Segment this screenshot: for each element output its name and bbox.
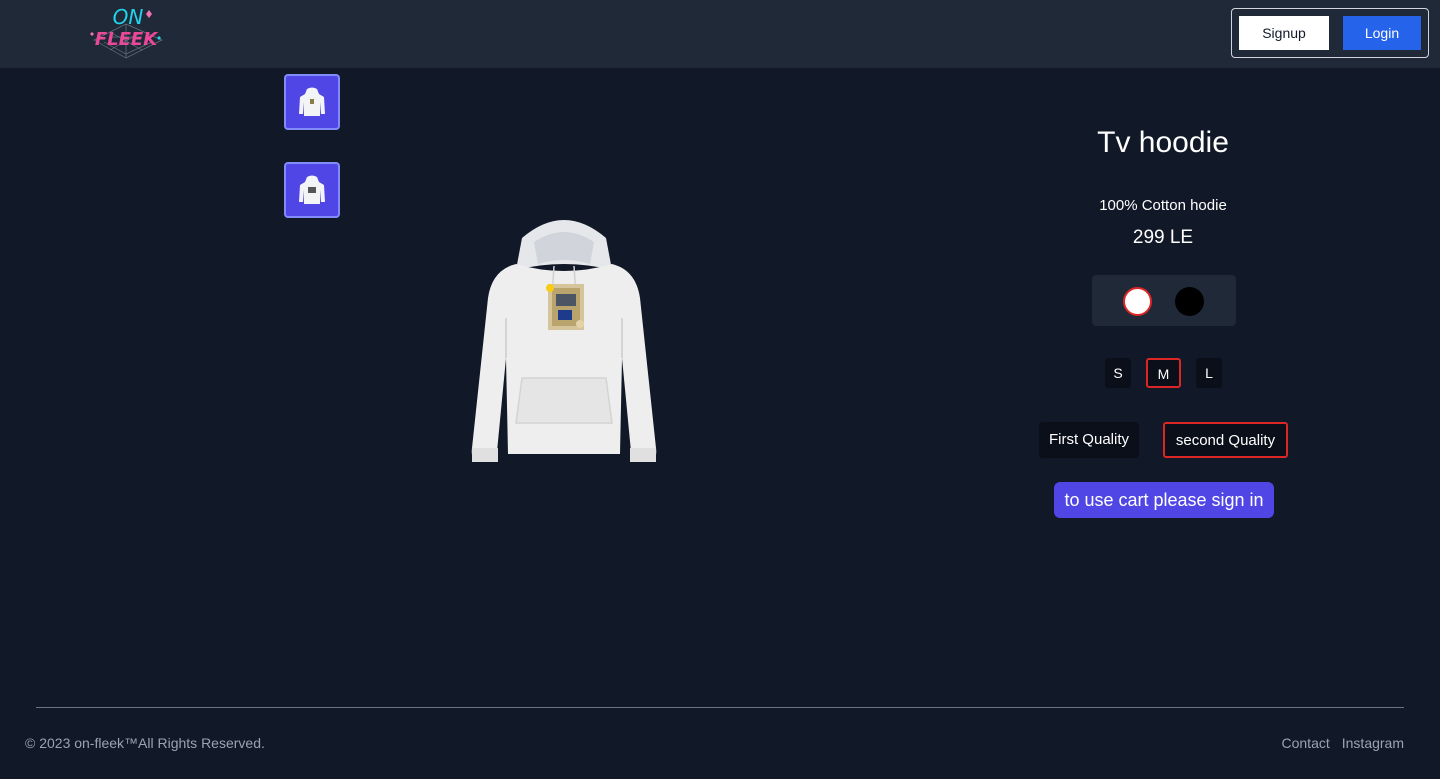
hoodie-thumbnail-image <box>299 87 325 116</box>
footer-links: Contact Instagram <box>1282 735 1405 751</box>
navbar: ON FLEEK Signup Login <box>0 0 1440 68</box>
product-description: 100% Cotton hodie <box>1099 197 1227 214</box>
footer-link-contact[interactable]: Contact <box>1282 735 1330 751</box>
auth-buttons-group: Signup Login <box>1231 8 1429 58</box>
footer-copyright: © 2023 on-fleek™All Rights Reserved. <box>25 735 265 751</box>
sign-in-to-cart-button[interactable]: to use cart please sign in <box>1054 482 1274 518</box>
svg-text:ON: ON <box>113 5 144 29</box>
product-main-image <box>462 208 666 468</box>
size-button-m[interactable]: M <box>1146 358 1181 388</box>
color-selector <box>1092 275 1236 326</box>
login-button[interactable]: Login <box>1343 16 1421 50</box>
product-thumbnail-1[interactable] <box>284 74 340 130</box>
footer-divider <box>36 707 1404 708</box>
brand-logo[interactable]: ON FLEEK <box>84 4 168 60</box>
hoodie-thumbnail-image <box>299 175 325 204</box>
footer-link-instagram[interactable]: Instagram <box>1342 735 1404 751</box>
svg-text:FLEEK: FLEEK <box>95 29 159 50</box>
product-title: Tv hoodie <box>1097 126 1229 159</box>
signup-button[interactable]: Signup <box>1239 16 1329 50</box>
color-swatch-black[interactable] <box>1175 287 1204 316</box>
quality-button-first[interactable]: First Quality <box>1039 422 1139 458</box>
product-price: 299 LE <box>1132 227 1194 248</box>
color-swatch-white[interactable] <box>1123 287 1152 316</box>
size-button-s[interactable]: S <box>1105 358 1131 388</box>
quality-button-second[interactable]: second Quality <box>1163 422 1288 458</box>
size-button-l[interactable]: L <box>1196 358 1222 388</box>
product-thumbnail-2[interactable] <box>284 162 340 218</box>
